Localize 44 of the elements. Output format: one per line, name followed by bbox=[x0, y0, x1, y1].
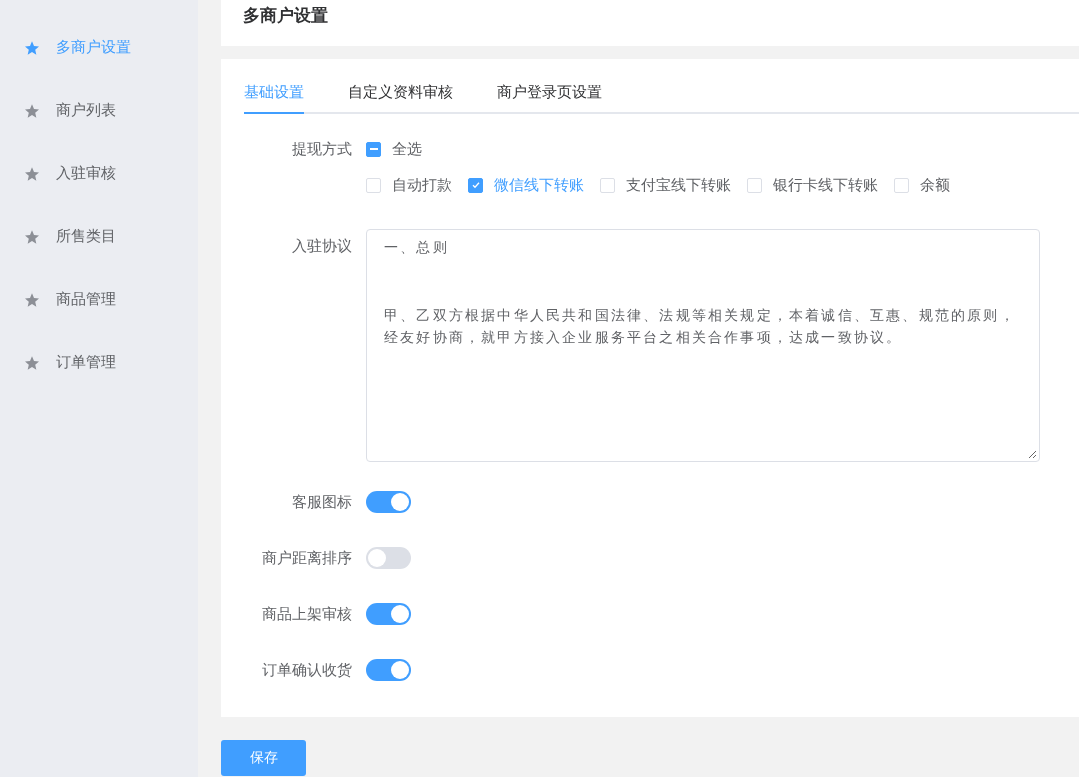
tab[interactable]: 自定义资料审核 bbox=[348, 79, 453, 114]
sidebar-item[interactable]: 所售类目 bbox=[0, 205, 198, 268]
field-label: 订单确认收货 bbox=[261, 660, 353, 681]
checkbox-label: 余额 bbox=[920, 175, 950, 196]
resize-handle-icon[interactable] bbox=[1027, 449, 1037, 459]
checkbox[interactable]: 银行卡线下转账 bbox=[747, 174, 878, 196]
checkbox[interactable]: 支付宝线下转账 bbox=[600, 174, 731, 196]
checkbox[interactable]: 余额 bbox=[894, 174, 950, 196]
checkbox-label: 自动打款 bbox=[392, 175, 452, 196]
checkbox-box[interactable] bbox=[468, 177, 483, 193]
checkbox[interactable]: 全选 bbox=[366, 138, 422, 160]
checkbox-box[interactable] bbox=[366, 141, 381, 157]
field-label: 提现方式 bbox=[291, 139, 353, 160]
star-icon bbox=[24, 165, 40, 182]
agreement-line: 甲、乙双方根据中华人民共和国法律、法规等相关规定，本着诚信、互惠、规范的原则， bbox=[384, 305, 1016, 325]
star-icon bbox=[24, 354, 40, 371]
star-icon bbox=[24, 228, 40, 245]
star-icon bbox=[24, 39, 40, 56]
sidebar-item[interactable]: 订单管理 bbox=[0, 331, 198, 394]
page-title: 多商户设置 bbox=[243, 4, 328, 27]
field-label: 客服图标 bbox=[291, 492, 353, 513]
field-label: 商品上架审核 bbox=[261, 604, 353, 625]
checkbox[interactable]: 微信线下转账 bbox=[468, 174, 584, 196]
checkbox-label: 银行卡线下转账 bbox=[773, 175, 878, 196]
field-label: 商户距离排序 bbox=[261, 548, 353, 569]
agreement-heading: 一、总则 bbox=[384, 238, 449, 257]
agreement-textarea[interactable]: 一、总则 甲、乙双方根据中华人民共和国法律、法规等相关规定，本着诚信、互惠、规范的原则， 经友好协商，就甲方接入企业服务平台之相关合作事项，达成一致协议。 bbox=[366, 229, 1040, 462]
field-label: 入驻协议 bbox=[291, 236, 353, 257]
toggle-switch[interactable] bbox=[366, 491, 411, 513]
checkbox-label: 微信线下转账 bbox=[494, 175, 584, 196]
tab[interactable]: 基础设置 bbox=[244, 79, 304, 114]
sidebar-item[interactable]: 商品管理 bbox=[0, 268, 198, 331]
toggle-switch[interactable] bbox=[366, 547, 411, 569]
toggle-switch[interactable] bbox=[366, 659, 411, 681]
checkbox[interactable]: 自动打款 bbox=[366, 174, 452, 196]
checkbox-label: 支付宝线下转账 bbox=[626, 175, 731, 196]
toggle-switch[interactable] bbox=[366, 603, 411, 625]
sidebar-item[interactable]: 入驻审核 bbox=[0, 142, 198, 205]
agreement-line: 经友好协商，就甲方接入企业服务平台之相关合作事项，达成一致协议。 bbox=[384, 328, 903, 347]
star-icon bbox=[24, 291, 40, 308]
sidebar-item[interactable]: 商户列表 bbox=[0, 79, 198, 142]
checkbox-label: 全选 bbox=[392, 139, 422, 160]
star-icon bbox=[24, 102, 40, 119]
tab[interactable]: 商户登录页设置 bbox=[497, 79, 602, 114]
